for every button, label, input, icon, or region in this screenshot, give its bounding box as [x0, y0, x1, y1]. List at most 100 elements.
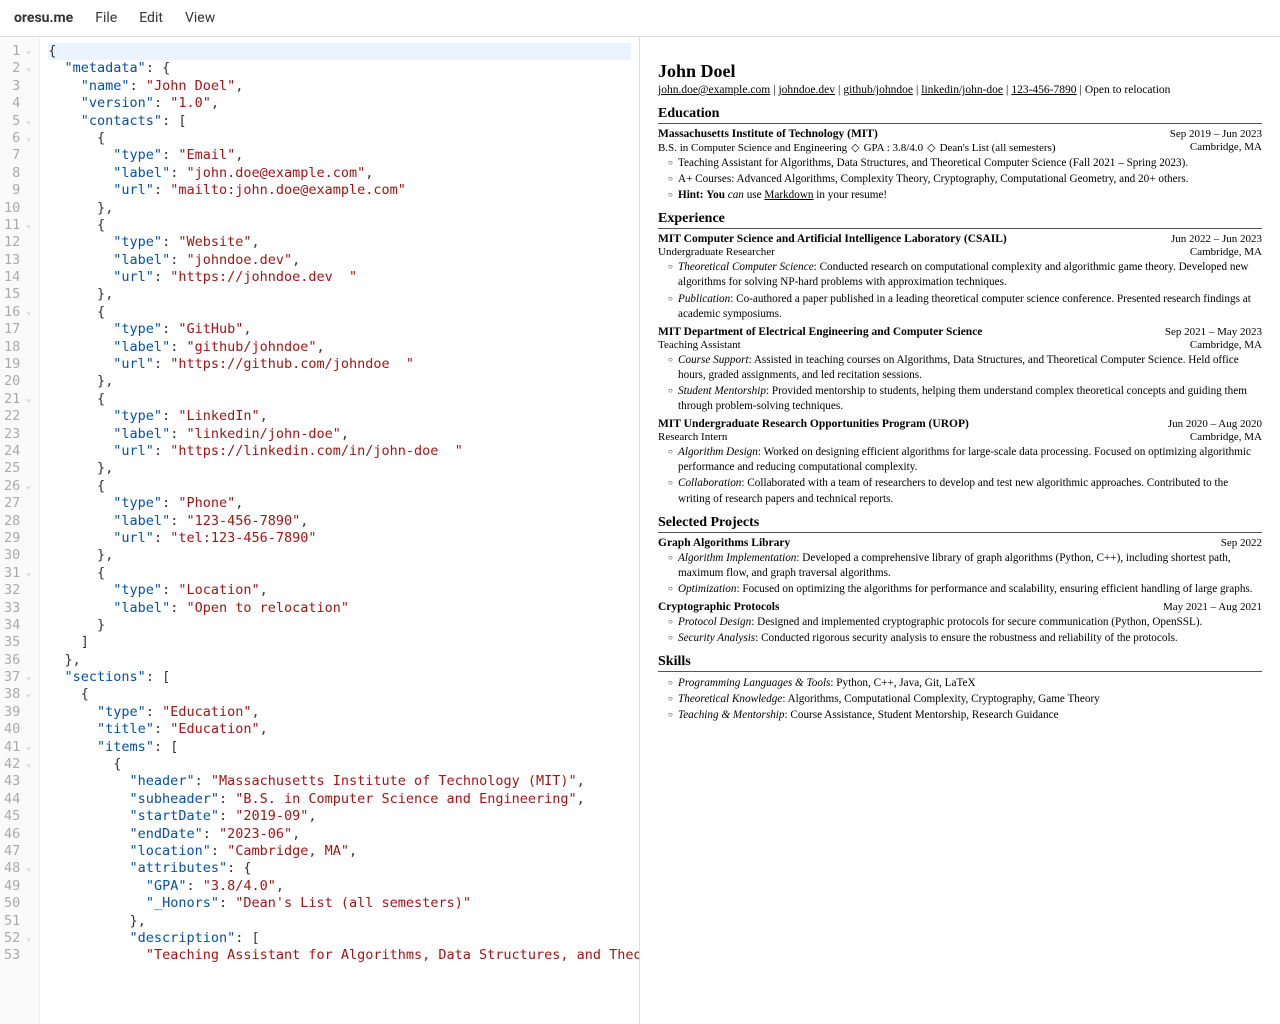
entry-subheader: Teaching Assistant	[658, 339, 741, 351]
contact-link[interactable]: johndoe.dev	[778, 84, 835, 96]
code-line[interactable]: "type": "Email",	[48, 147, 631, 164]
code-line[interactable]: "url": "https://linkedin.com/in/john-doe…	[48, 443, 631, 460]
bullet-item: Protocol Design: Designed and implemente…	[668, 615, 1262, 630]
fold-icon[interactable]: ⌄	[23, 478, 31, 495]
section-title: Selected Projects	[658, 515, 1262, 533]
code-line[interactable]: "startDate": "2019-09",	[48, 808, 631, 825]
entry-subheader: Undergraduate Researcher	[658, 246, 775, 258]
line-number: 26⌄	[4, 478, 33, 495]
code-line[interactable]: "label": "johndoe.dev",	[48, 252, 631, 269]
code-line[interactable]: },	[48, 460, 631, 477]
code-line[interactable]: {	[48, 565, 631, 582]
fold-icon[interactable]: ⌄	[23, 756, 31, 773]
code-line[interactable]: "sections": [	[48, 669, 631, 686]
line-number: 22⌄	[4, 408, 33, 425]
markdown-link[interactable]: Markdown	[764, 189, 813, 201]
code-line[interactable]: },	[48, 547, 631, 564]
code-line[interactable]: {	[48, 756, 631, 773]
fold-icon[interactable]: ⌄	[23, 739, 31, 756]
code-line[interactable]: "label": "123-456-7890",	[48, 513, 631, 530]
code-line[interactable]: "header": "Massachusetts Institute of Te…	[48, 773, 631, 790]
code-line[interactable]: },	[48, 652, 631, 669]
code-line[interactable]: "description": [	[48, 930, 631, 947]
code-line[interactable]: "label": "linkedin/john-doe",	[48, 426, 631, 443]
menu-edit[interactable]: Edit	[139, 10, 163, 26]
fold-icon[interactable]: ⌄	[23, 565, 31, 582]
code-line[interactable]: "contacts": [	[48, 113, 631, 130]
bullet-item: Algorithm Design: Worked on designing ef…	[668, 445, 1262, 475]
code-line[interactable]: "url": "mailto:john.doe@example.com"	[48, 182, 631, 199]
code-line[interactable]: "type": "LinkedIn",	[48, 408, 631, 425]
line-number: 47⌄	[4, 843, 33, 860]
fold-icon[interactable]: ⌄	[23, 304, 31, 321]
editor-pane[interactable]: 1⌄2⌄3⌄4⌄5⌄6⌄7⌄8⌄9⌄10⌄11⌄12⌄13⌄14⌄15⌄16⌄1…	[0, 37, 640, 1024]
code-line[interactable]: "label": "github/johndoe",	[48, 339, 631, 356]
code-line[interactable]: "type": "Website",	[48, 234, 631, 251]
line-number: 18⌄	[4, 339, 33, 356]
code-line[interactable]: "GPA": "3.8/4.0",	[48, 878, 631, 895]
code-line[interactable]: "type": "GitHub",	[48, 321, 631, 338]
code-line[interactable]: },	[48, 913, 631, 930]
brand[interactable]: oresu.me	[14, 10, 73, 26]
fold-icon[interactable]: ⌄	[23, 217, 31, 234]
code-line[interactable]: {	[48, 304, 631, 321]
fold-icon[interactable]: ⌄	[23, 860, 31, 877]
code-line[interactable]: "url": "tel:123-456-7890"	[48, 530, 631, 547]
bullet-item: Theoretical Computer Science: Conducted …	[668, 260, 1262, 290]
editor-code[interactable]: { "metadata": { "name": "John Doel", "ve…	[40, 37, 639, 1024]
code-line[interactable]: "url": "https://johndoe.dev "	[48, 269, 631, 286]
line-number: 49⌄	[4, 878, 33, 895]
fold-icon[interactable]: ⌄	[23, 669, 31, 686]
menubar: oresu.me File Edit View	[0, 0, 1280, 37]
code-line[interactable]: "type": "Education",	[48, 704, 631, 721]
fold-icon[interactable]: ⌄	[23, 391, 31, 408]
code-line[interactable]: "type": "Phone",	[48, 495, 631, 512]
contact-link[interactable]: john.doe@example.com	[658, 84, 770, 96]
line-number: 31⌄	[4, 565, 33, 582]
code-line[interactable]: "title": "Education",	[48, 721, 631, 738]
code-line[interactable]: "location": "Cambridge, MA",	[48, 843, 631, 860]
entry-subheader: B.S. in Computer Science and Engineering…	[658, 141, 1055, 154]
contact-link[interactable]: 123-456-7890	[1011, 84, 1076, 96]
code-line[interactable]: "type": "Location",	[48, 582, 631, 599]
code-line[interactable]: },	[48, 286, 631, 303]
line-number: 34⌄	[4, 617, 33, 634]
code-line[interactable]: ]	[48, 634, 631, 651]
code-line[interactable]: "_Honors": "Dean's List (all semesters)"	[48, 895, 631, 912]
code-line[interactable]: {	[48, 43, 631, 60]
bullet-item: A+ Courses: Advanced Algorithms, Complex…	[668, 172, 1262, 187]
code-line[interactable]: "url": "https://github.com/johndoe "	[48, 356, 631, 373]
fold-icon[interactable]: ⌄	[23, 113, 31, 130]
code-line[interactable]: "attributes": {	[48, 860, 631, 877]
fold-icon[interactable]: ⌄	[23, 686, 31, 703]
code-line[interactable]: }	[48, 617, 631, 634]
code-line[interactable]: "items": [	[48, 739, 631, 756]
code-line[interactable]: "subheader": "B.S. in Computer Science a…	[48, 791, 631, 808]
menu-file[interactable]: File	[95, 10, 117, 26]
code-line[interactable]: {	[48, 391, 631, 408]
code-line[interactable]: "version": "1.0",	[48, 95, 631, 112]
code-line[interactable]: "label": "Open to relocation"	[48, 600, 631, 617]
entry-bullets: Teaching Assistant for Algorithms, Data …	[658, 156, 1262, 203]
code-line[interactable]: "name": "John Doel",	[48, 78, 631, 95]
code-line[interactable]: {	[48, 130, 631, 147]
contact-link[interactable]: github/johndoe	[843, 84, 913, 96]
code-line[interactable]: },	[48, 373, 631, 390]
code-line[interactable]: {	[48, 217, 631, 234]
code-line[interactable]: "metadata": {	[48, 60, 631, 77]
fold-icon[interactable]: ⌄	[23, 43, 31, 60]
code-line[interactable]: "label": "john.doe@example.com",	[48, 165, 631, 182]
code-line[interactable]: "Teaching Assistant for Algorithms, Data…	[48, 947, 631, 964]
code-line[interactable]: },	[48, 200, 631, 217]
menu-view[interactable]: View	[185, 10, 215, 26]
fold-icon[interactable]: ⌄	[23, 130, 31, 147]
code-line[interactable]: {	[48, 478, 631, 495]
code-line[interactable]: {	[48, 686, 631, 703]
entry-date: Sep 2021 – May 2023	[1165, 326, 1262, 338]
bullet-item: Teaching Assistant for Algorithms, Data …	[668, 156, 1262, 171]
line-number: 19⌄	[4, 356, 33, 373]
fold-icon[interactable]: ⌄	[23, 60, 31, 77]
contact-link[interactable]: linkedin/john-doe	[921, 84, 1003, 96]
fold-icon[interactable]: ⌄	[23, 930, 31, 947]
code-line[interactable]: "endDate": "2023-06",	[48, 826, 631, 843]
